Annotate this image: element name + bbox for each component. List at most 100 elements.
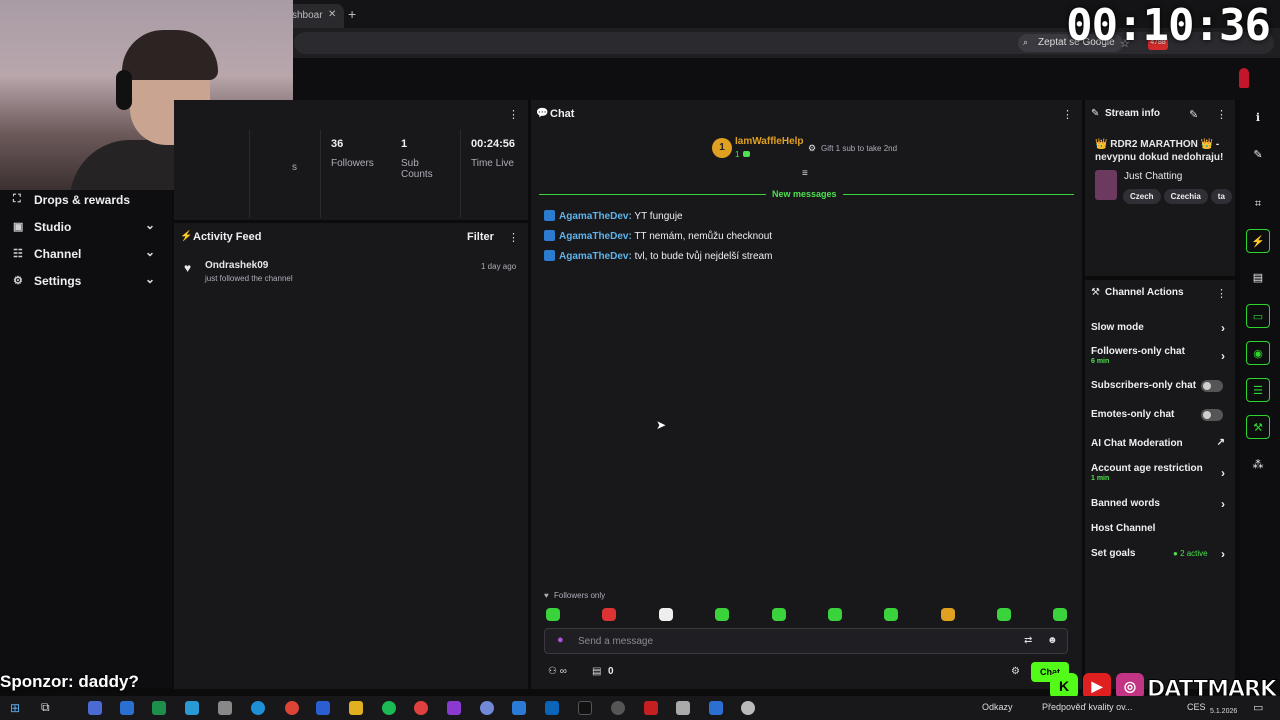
tag[interactable]: ta (1210, 189, 1232, 204)
emote-icon[interactable] (546, 608, 560, 621)
list-icon[interactable]: ☰ (1246, 378, 1270, 402)
sidebar-item-settings[interactable]: ⚙ Settings ⌄ (0, 271, 172, 293)
tag[interactable]: Czechia (1163, 189, 1208, 204)
emote-icon[interactable] (884, 608, 898, 621)
account-age-item[interactable]: Account age restriction 1 min › (1091, 463, 1229, 482)
microphone-icon[interactable]: ● (557, 634, 564, 646)
folder-icon[interactable] (349, 701, 363, 715)
subscribers-only-toggle[interactable] (1201, 380, 1223, 392)
lightning-icon[interactable]: ⚡ (1246, 229, 1270, 253)
more-options-icon[interactable]: ⋮ (1216, 108, 1227, 121)
action-sub: 1 min (1091, 475, 1110, 482)
app-icon[interactable] (316, 701, 330, 715)
emoji-icon[interactable]: ☻ (1047, 635, 1058, 646)
viewer-count: 0 (608, 666, 614, 677)
stream-timer: 00:10:36 (1066, 0, 1271, 51)
browser-tab[interactable]: shboar ✕ (284, 4, 344, 28)
emote-icon[interactable] (997, 608, 1011, 621)
chat-username[interactable]: AgamaTheDev: (559, 251, 632, 262)
clock-date[interactable]: 5.1.2026 (1210, 708, 1237, 715)
chat-mode-label: Followers only (554, 591, 606, 600)
group-icon[interactable]: ⁂ (1246, 453, 1270, 477)
wrench-icon[interactable]: ⚒ (1246, 415, 1270, 439)
chevron-right-icon: › (1221, 466, 1225, 480)
document-icon[interactable]: ▤ (1246, 266, 1270, 290)
more-options-icon[interactable]: ⋮ (1216, 287, 1227, 300)
stats-panel: ⋮ s 36 Followers 1 Sub Counts 00:24:56 T… (174, 100, 528, 220)
language-indicator[interactable]: CES (1187, 702, 1206, 712)
activity-feed-panel: ⚡ Activity Feed Filter ⋮ ♥ Ondrashek09 j… (174, 223, 528, 689)
edge-icon[interactable] (251, 701, 265, 715)
weather-widget[interactable]: Předpověď kvality ov... (1042, 702, 1132, 712)
links-toolbar[interactable]: Odkazy (982, 702, 1013, 712)
emotes-only-toggle[interactable] (1201, 409, 1223, 421)
emote-icon[interactable] (828, 608, 842, 621)
new-tab-icon[interactable]: + (348, 6, 356, 22)
spotify-icon[interactable] (382, 701, 396, 715)
edit-icon[interactable]: ✎ (1246, 143, 1270, 167)
more-options-icon[interactable]: ⋮ (1062, 108, 1073, 121)
more-options-icon[interactable]: ⋮ (508, 231, 519, 244)
tag[interactable]: Czech (1123, 189, 1161, 204)
outlook-icon[interactable] (545, 701, 559, 715)
app-icon[interactable] (741, 701, 755, 715)
host-channel-item[interactable]: Host Channel (1091, 523, 1229, 534)
tag-list: Czech Czechia ta (1123, 186, 1235, 204)
chat-username[interactable]: AgamaTheDev: (559, 231, 632, 242)
notification-icon[interactable]: ▭ (1253, 701, 1263, 714)
emote-icon[interactable] (941, 608, 955, 621)
task-view-icon[interactable]: ⧉ (41, 700, 50, 715)
chat-bubble-icon[interactable]: ▭ (1246, 304, 1270, 328)
stream-category[interactable]: Just Chatting (1124, 171, 1182, 182)
windows-start-icon[interactable]: ⊞ (10, 701, 20, 715)
set-goals-item[interactable]: Set goals ● 2 active › (1091, 547, 1229, 561)
chat-input[interactable]: ● Send a message ⇄ ☻ (544, 628, 1068, 654)
followers-only-item[interactable]: Followers-only chat 6 min › (1091, 346, 1229, 365)
discord-icon[interactable] (480, 701, 494, 715)
chevron-right-icon: › (1221, 497, 1225, 511)
app-icon[interactable] (120, 701, 134, 715)
slow-mode-item[interactable]: Slow mode › (1091, 321, 1229, 335)
app-icon[interactable] (709, 701, 723, 715)
app-icon[interactable] (644, 701, 658, 715)
sidebar-item-drops-rewards[interactable]: ⛶ Drops & rewards (0, 190, 172, 212)
info-icon[interactable]: ℹ (1246, 106, 1270, 130)
gear-icon[interactable]: ⚙ (1011, 666, 1020, 677)
broadcast-icon[interactable]: ◉ (1246, 341, 1270, 365)
translate-icon[interactable]: ⇄ (1024, 635, 1032, 646)
steam-icon[interactable] (512, 701, 526, 715)
collapse-icon[interactable]: ≡ (802, 168, 808, 179)
more-options-icon[interactable]: ⋮ (508, 108, 519, 121)
edit-icon[interactable]: ✎ (1189, 108, 1198, 121)
gift-prompt[interactable]: Gift 1 sub to take 2nd (821, 144, 897, 153)
sidebar-item-studio[interactable]: ▣ Studio ⌄ (0, 217, 172, 239)
ai-moderation-item[interactable]: AI Chat Moderation ↗ (1091, 437, 1229, 449)
app-icon[interactable] (414, 701, 428, 715)
app-icon[interactable] (447, 701, 461, 715)
event-user[interactable]: Ondrashek09 (205, 260, 268, 271)
steam-icon[interactable] (185, 701, 199, 715)
app-icon[interactable] (611, 701, 625, 715)
emote-icon[interactable] (715, 608, 729, 621)
gift-icon: ⛶ (13, 193, 21, 205)
close-icon[interactable]: ✕ (328, 9, 336, 20)
app-icon[interactable] (218, 701, 232, 715)
banned-words-item[interactable]: Banned words › (1091, 497, 1229, 511)
app-icon[interactable] (88, 701, 102, 715)
category-thumbnail[interactable] (1095, 170, 1117, 200)
tiktok-icon[interactable] (578, 701, 592, 715)
emote-icon[interactable] (602, 608, 616, 621)
crop-icon[interactable]: ⌗ (1246, 192, 1270, 216)
sidebar-item-channel[interactable]: ☷ Channel ⌄ (0, 244, 172, 266)
excel-icon[interactable] (152, 701, 166, 715)
top-gifter-name[interactable]: IamWaffleHelp (735, 136, 804, 147)
emote-icon[interactable] (772, 608, 786, 621)
event-time: 1 day ago (481, 262, 517, 271)
emote-icon[interactable] (659, 608, 673, 621)
emote-icon[interactable] (1053, 608, 1067, 621)
filter-button[interactable]: Filter (467, 231, 494, 243)
action-label: Set goals (1091, 548, 1136, 559)
chat-username[interactable]: AgamaTheDev: (559, 211, 632, 222)
app-icon[interactable] (676, 701, 690, 715)
chrome-icon[interactable] (285, 701, 299, 715)
